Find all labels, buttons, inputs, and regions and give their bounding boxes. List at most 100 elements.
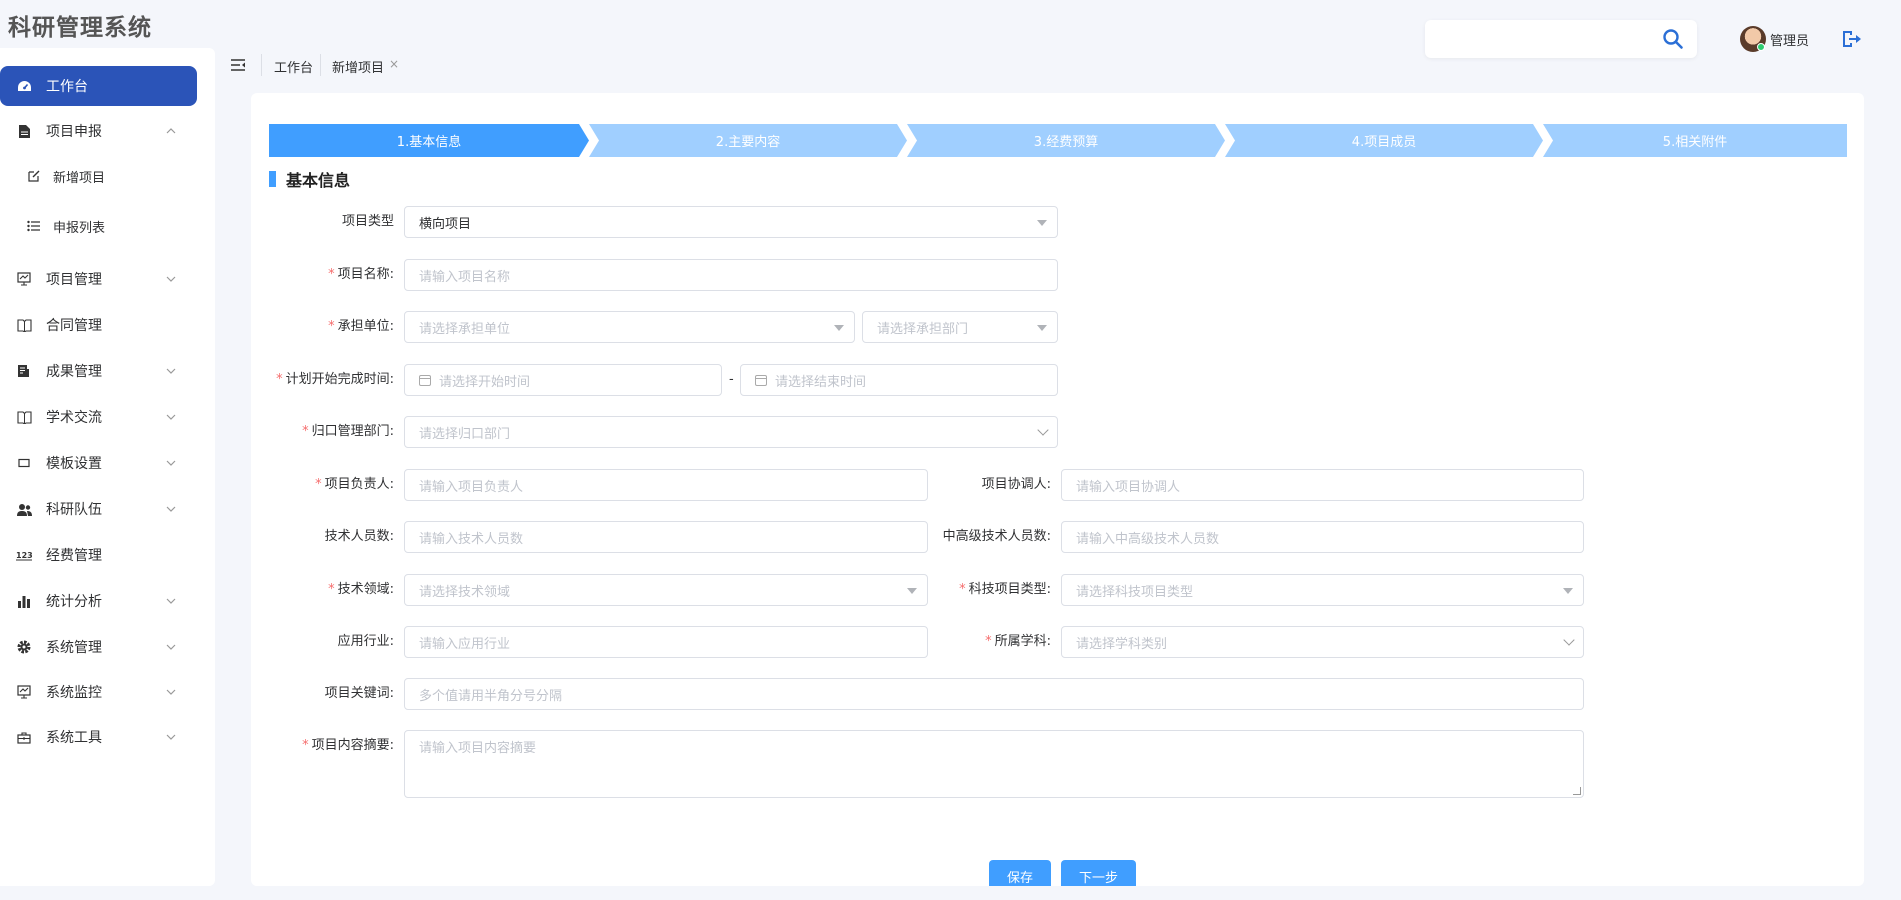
step-4[interactable]: 4.项目成员 <box>1225 124 1543 157</box>
sidebar-item-system-monitor[interactable]: 系统监控 <box>0 672 215 712</box>
sidebar-item-label: 系统工具 <box>46 730 102 746</box>
sidebar-item-system-tools[interactable]: 系统工具 <box>0 717 215 757</box>
user-name[interactable]: 管理员 <box>1770 30 1809 49</box>
unit-label: * 承担单位: <box>328 319 394 334</box>
sidebar-item-project-apply[interactable]: 项目申报 <box>0 111 215 151</box>
team-icon <box>16 501 32 517</box>
sci-type-select[interactable]: 请选择科技项目类型 <box>1061 574 1584 606</box>
report-icon <box>16 363 32 379</box>
calendar-icon <box>419 374 431 386</box>
breadcrumb-divider <box>320 54 321 76</box>
sidebar-item-apply-list[interactable]: 申报列表 <box>0 206 215 246</box>
project-type-label: 项目类型 <box>341 214 394 229</box>
list-icon <box>26 218 42 234</box>
search-box <box>1425 20 1697 58</box>
project-type-select[interactable]: 横向项目 <box>404 206 1058 238</box>
caret-down-icon <box>1563 588 1573 594</box>
caret-down-icon <box>834 325 844 331</box>
chevron-down-icon <box>166 274 176 285</box>
sidebar-item-label: 项目管理 <box>46 272 102 288</box>
next-step-button[interactable]: 下一步 <box>1061 860 1136 886</box>
plan-time-label: * 计划开始完成时间: <box>276 372 394 387</box>
mid-senior-count-input[interactable]: 请输入中高级技术人员数 <box>1061 521 1584 553</box>
caret-down-icon <box>1037 325 1047 331</box>
sidebar-item-label: 项目申报 <box>46 124 102 140</box>
search-input[interactable] <box>1435 28 1645 50</box>
step-1[interactable]: 1.基本信息 <box>269 124 589 157</box>
industry-label: 应用行业: <box>337 634 394 649</box>
sidebar-item-label: 申报列表 <box>53 220 106 236</box>
sidebar-item-academic[interactable]: 学术交流 <box>0 397 215 437</box>
unit-select[interactable]: 请选择承担单位 <box>404 311 855 343</box>
coordinator-input[interactable]: 请输入项目协调人 <box>1061 469 1584 501</box>
sidebar-item-funds[interactable]: 123 经费管理 <box>0 535 215 575</box>
sidebar-item-achievement[interactable]: 成果管理 <box>0 351 215 391</box>
abstract-label: * 项目内容摘要: <box>302 738 394 753</box>
mgmt-dept-select[interactable]: 请选择归口部门 <box>404 416 1058 448</box>
chevron-down-icon <box>166 687 176 698</box>
main-card: 1.基本信息 2.主要内容 3.经费预算 4.项目成员 5.相关附件 基本信息 … <box>251 93 1864 886</box>
project-name-input[interactable]: 请输入项目名称 <box>404 259 1058 291</box>
start-date-input[interactable]: 请选择开始时间 <box>404 364 722 396</box>
svg-text:123: 123 <box>16 551 32 560</box>
step-5[interactable]: 5.相关附件 <box>1543 124 1847 157</box>
keywords-label: 项目关键词: <box>324 686 394 701</box>
number-icon: 123 <box>16 547 32 563</box>
book-icon <box>16 409 32 425</box>
sidebar-item-statistics[interactable]: 统计分析 <box>0 581 215 621</box>
save-button[interactable]: 保存 <box>989 860 1051 886</box>
project-name-label: * 项目名称: <box>328 267 394 282</box>
chevron-down-icon <box>166 412 176 423</box>
step-2[interactable]: 2.主要内容 <box>589 124 907 157</box>
edit-icon <box>26 168 42 184</box>
chevron-down-icon <box>166 732 176 743</box>
toolbox-icon <box>16 729 32 745</box>
sidebar-item-team[interactable]: 科研队伍 <box>0 489 215 529</box>
menu-toggle-icon[interactable] <box>230 57 246 73</box>
abstract-textarea[interactable]: 请输入项目内容摘要 <box>404 730 1584 798</box>
sidebar-item-label: 新增项目 <box>53 170 106 186</box>
sidebar-item-label: 统计分析 <box>46 594 102 610</box>
search-icon[interactable] <box>1662 28 1684 50</box>
chevron-up-icon <box>166 126 176 137</box>
step-3[interactable]: 3.经费预算 <box>907 124 1225 157</box>
tab-close-icon[interactable]: × <box>389 57 399 71</box>
mid-senior-count-label: 中高级技术人员数: <box>942 529 1051 544</box>
resize-handle-icon[interactable] <box>1573 787 1581 795</box>
caret-down-icon <box>1037 220 1047 226</box>
sidebar: 工作台 项目申报 新增项目 申报列表 项目管理 合同管理 成果管理 学术交流 模… <box>0 48 215 886</box>
book-icon <box>16 317 32 333</box>
sidebar-item-label: 系统管理 <box>46 640 102 656</box>
end-date-input[interactable]: 请选择结束时间 <box>740 364 1058 396</box>
sidebar-item-contract[interactable]: 合同管理 <box>0 305 215 345</box>
keywords-input[interactable]: 多个值请用半角分号分隔 <box>404 678 1584 710</box>
chevron-down-icon <box>166 504 176 515</box>
section-accent-bar <box>269 171 276 187</box>
sidebar-item-label: 经费管理 <box>46 548 102 564</box>
tech-count-input[interactable]: 请输入技术人员数 <box>404 521 928 553</box>
breadcrumb-current-tab[interactable]: 新增项目 <box>332 57 384 76</box>
sidebar-item-project-manage[interactable]: 项目管理 <box>0 259 215 299</box>
logout-icon[interactable] <box>1840 28 1862 50</box>
chevron-down-icon <box>166 642 176 653</box>
monitor-icon <box>16 271 32 287</box>
breadcrumb-divider <box>261 54 262 76</box>
discipline-select[interactable]: 请选择学科类别 <box>1061 626 1584 658</box>
industry-input[interactable]: 请输入应用行业 <box>404 626 928 658</box>
sidebar-item-template[interactable]: 模板设置 <box>0 443 215 483</box>
breadcrumb-home[interactable]: 工作台 <box>274 57 313 76</box>
sidebar-item-dashboard[interactable]: 工作台 <box>0 66 197 106</box>
tech-field-label: * 技术领域: <box>328 582 394 597</box>
sidebar-item-system-manage[interactable]: 系统管理 <box>0 627 215 667</box>
leader-input[interactable]: 请输入项目负责人 <box>404 469 928 501</box>
sidebar-item-label: 科研队伍 <box>46 502 102 518</box>
monitor-icon <box>16 684 32 700</box>
tech-field-select[interactable]: 请选择技术领域 <box>404 574 928 606</box>
sidebar-item-new-project[interactable]: 新增项目 <box>0 156 215 196</box>
mgmt-dept-label: * 归口管理部门: <box>302 424 394 439</box>
section-title: 基本信息 <box>269 170 350 190</box>
dept-select[interactable]: 请选择承担部门 <box>862 311 1058 343</box>
gear-icon <box>16 639 32 655</box>
sidebar-item-label: 学术交流 <box>46 410 102 426</box>
chevron-down-icon <box>166 366 176 377</box>
